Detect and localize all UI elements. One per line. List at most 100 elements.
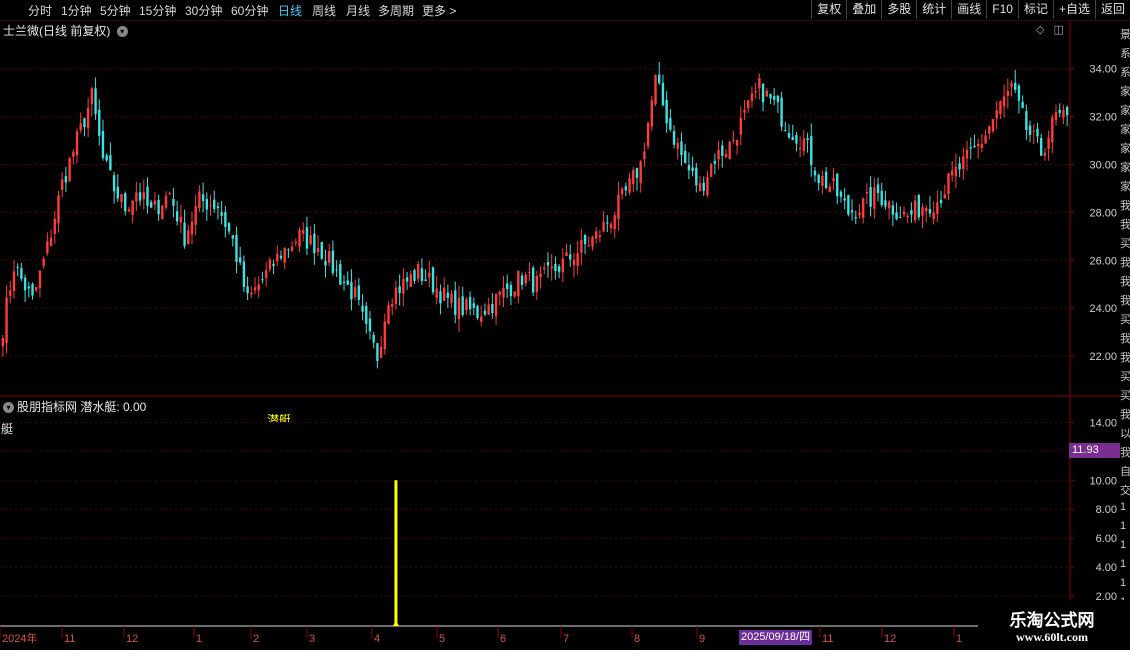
side-panel-char: 1 — [1120, 539, 1127, 551]
period-tab-intraday[interactable]: 分时 — [28, 2, 52, 19]
candle-body — [925, 208, 928, 212]
title-dropdown-icon[interactable]: ▾ — [116, 26, 128, 38]
side-panel-char: 1 — [1120, 577, 1127, 589]
f10-button[interactable]: F10 — [986, 0, 1018, 19]
candle-body — [858, 212, 861, 216]
candle-body — [331, 250, 335, 274]
candle-body — [1032, 130, 1035, 132]
candle-body — [943, 194, 946, 199]
window-icon[interactable]: ◫ — [1054, 24, 1064, 36]
kline-chart[interactable]: 22.0024.0026.0028.0030.0032.0034.002.004… — [0, 20, 1120, 650]
indicator-dropdown-icon[interactable]: ▾ — [3, 402, 14, 414]
candle-body — [947, 173, 950, 194]
candle-body — [565, 252, 568, 257]
candle-body — [276, 253, 279, 262]
side-panel-char: 我 — [1120, 219, 1130, 231]
candle-body — [580, 239, 583, 253]
candle-body — [468, 296, 472, 310]
period-tab-60min[interactable]: 60分钟 — [231, 2, 268, 19]
candle-body — [198, 191, 201, 209]
candle-body — [9, 290, 12, 296]
back-button[interactable]: 返回 — [1094, 0, 1130, 19]
candle-body — [843, 198, 846, 201]
candle-body — [632, 169, 635, 184]
function-buttons: 复权 叠加 多股 统计 画线 F10 标记 +自选 返回 — [811, 0, 1130, 20]
candle-body — [457, 297, 461, 320]
candle-body — [224, 212, 227, 227]
time-tick-label: 2 — [253, 633, 259, 645]
period-tab-15min[interactable]: 15分钟 — [139, 2, 176, 19]
candle-body — [454, 290, 457, 315]
candle-body — [743, 109, 746, 113]
candle-body — [335, 269, 338, 271]
crosshair-price-tag: 11.93 — [1069, 443, 1120, 458]
candle-body — [90, 88, 94, 105]
candle-body — [387, 305, 390, 324]
period-tab-weekly[interactable]: 周线 — [312, 2, 336, 19]
candle-body — [242, 261, 246, 287]
diamond-icon[interactable]: ◇ — [1036, 24, 1044, 36]
candle-body — [16, 266, 19, 268]
period-tab-daily[interactable]: 日线 — [278, 2, 302, 19]
time-tick-label: 11 — [822, 633, 833, 645]
restore-rights-button[interactable]: 复权 — [811, 0, 846, 19]
time-tick-label: 1 — [196, 633, 202, 645]
multi-stock-button[interactable]: 多股 — [881, 0, 916, 19]
signal-marker — [392, 620, 399, 626]
candle-body — [5, 297, 8, 343]
mark-button[interactable]: 标记 — [1017, 0, 1053, 19]
candle-body — [461, 296, 464, 315]
candle-body — [250, 292, 253, 295]
candle-body — [962, 156, 965, 170]
time-tick-label: 2024年 — [2, 631, 37, 645]
period-tab-more[interactable]: 更多 > — [422, 2, 456, 19]
candle-body — [342, 281, 346, 283]
candle-body — [164, 195, 168, 208]
candle-body — [639, 161, 642, 184]
candle-body — [120, 193, 123, 203]
candle-body — [865, 192, 869, 194]
candle-body — [698, 183, 702, 192]
candle-body — [735, 140, 739, 146]
candle-body — [802, 138, 806, 152]
candle-body — [94, 88, 97, 115]
price-tick-label: 28.00 — [1089, 207, 1117, 219]
candle-body — [810, 136, 813, 166]
candle-body — [980, 143, 984, 148]
candle-body — [732, 139, 735, 141]
statistics-button[interactable]: 统计 — [916, 0, 951, 19]
side-panel-char: 我 — [1120, 276, 1130, 288]
candle-body — [127, 209, 131, 212]
indicator-tick-label: 6.00 — [1096, 533, 1117, 545]
candle-body — [543, 267, 546, 270]
candle-body — [131, 200, 134, 215]
draw-line-button[interactable]: 画线 — [951, 0, 986, 19]
candle-body — [836, 173, 839, 197]
price-tick-label: 26.00 — [1089, 255, 1117, 267]
period-tab-5min[interactable]: 5分钟 — [100, 2, 131, 19]
candle-body — [398, 286, 401, 294]
candle-body — [576, 253, 579, 266]
candle-body — [939, 199, 943, 204]
period-tab-30min[interactable]: 30分钟 — [185, 2, 222, 19]
candle-body — [209, 205, 212, 207]
candle-body — [654, 74, 657, 104]
candle-body — [839, 191, 843, 197]
candle-body — [561, 258, 565, 273]
add-watchlist-button[interactable]: +自选 — [1052, 0, 1095, 19]
side-panel-char: 我 — [1120, 352, 1130, 364]
candle-body — [661, 82, 665, 106]
candle-body — [116, 186, 120, 199]
time-tick-label: 3 — [309, 633, 315, 645]
period-tab-multi[interactable]: 多周期 — [378, 2, 414, 19]
period-tab-1min[interactable]: 1分钟 — [61, 2, 92, 19]
candle-body — [35, 286, 38, 291]
period-tab-monthly[interactable]: 月线 — [346, 2, 370, 19]
candle-body — [539, 273, 542, 278]
candle-body — [721, 145, 724, 156]
overlay-button[interactable]: 叠加 — [846, 0, 881, 19]
candle-body — [361, 305, 364, 312]
candle-body — [179, 216, 183, 223]
side-panel-char: 我 — [1120, 333, 1130, 345]
candle-body — [235, 234, 238, 262]
